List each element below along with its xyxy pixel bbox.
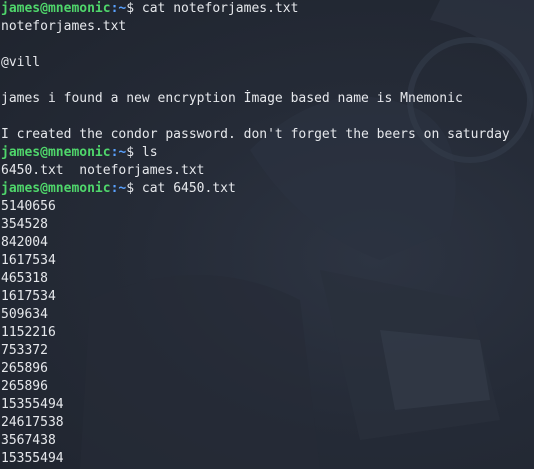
output-line: 753372 — [1, 343, 48, 358]
command-text: cat 6450.txt — [141, 181, 236, 196]
output-line: 265896 — [1, 361, 48, 376]
command-text: cat noteforjames.txt — [141, 1, 299, 16]
output-line: 15355494 — [1, 397, 64, 412]
output-line: 24617538 — [1, 415, 64, 430]
output-line: 1152216 — [1, 325, 56, 340]
output-line: noteforjames.txt — [1, 19, 127, 34]
output-line: 6450.txt noteforjames.txt — [1, 163, 205, 178]
prompt-line: james@mnemonic:~$ ls — [1, 144, 534, 162]
prompt-symbol: $ — [126, 181, 142, 196]
output-line: 354528 — [1, 217, 48, 232]
output-line: 3567438 — [1, 433, 56, 448]
prompt-path: :~ — [110, 1, 127, 16]
output-line: I created the condor password. don't for… — [1, 127, 510, 142]
prompt-symbol: $ — [126, 1, 142, 16]
output-line: 1617534 — [1, 253, 56, 268]
output-line: 842004 — [1, 235, 48, 250]
output-line: 509634 — [1, 307, 48, 322]
prompt-user-host: james@mnemonic — [1, 181, 111, 196]
prompt-line: james@mnemonic:~$ cat 6450.txt — [1, 180, 534, 198]
command-text: ls — [141, 145, 158, 160]
output-line: 15355494 — [1, 451, 64, 466]
output-line: 5140656 — [1, 199, 56, 214]
output-line: james i found a new encryption İmage bas… — [1, 91, 463, 106]
terminal-window[interactable]: james@mnemonic:~$ cat noteforjames.txt no… — [0, 0, 534, 469]
output-line: 1617534 — [1, 289, 56, 304]
prompt-path: :~ — [110, 181, 127, 196]
output-line: 465318 — [1, 271, 48, 286]
prompt-user-host: james@mnemonic — [1, 1, 111, 16]
prompt-path: :~ — [110, 145, 127, 160]
output-line: 265896 — [1, 379, 48, 394]
prompt-user-host: james@mnemonic — [1, 145, 111, 160]
prompt-symbol: $ — [126, 145, 142, 160]
prompt-line: james@mnemonic:~$ cat noteforjames.txt — [1, 0, 534, 18]
terminal-output: james@mnemonic:~$ cat noteforjames.txt no… — [0, 0, 534, 468]
output-line: @vill — [1, 55, 41, 70]
